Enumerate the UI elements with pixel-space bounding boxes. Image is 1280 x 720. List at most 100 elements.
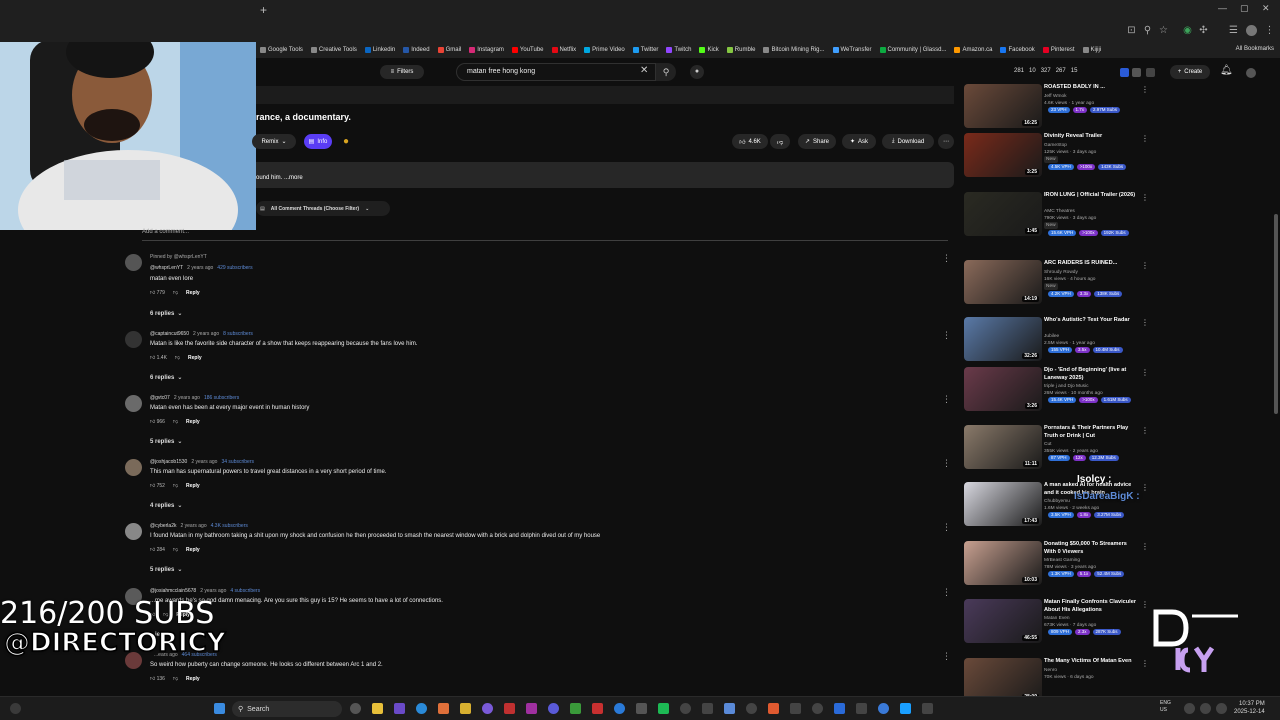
avatar[interactable] <box>125 523 142 540</box>
bookmark-item[interactable]: Rumble <box>726 47 755 53</box>
video-title[interactable]: Pornstars & Their Partners Play Truth or… <box>1044 425 1140 440</box>
channel-name[interactable]: AMC Theatres <box>1044 208 1075 215</box>
bookmark-item[interactable]: Community | Glassd... <box>879 47 946 53</box>
new-tab-button[interactable]: + <box>260 3 267 17</box>
remix-button[interactable]: Remix ⌄ <box>252 134 296 149</box>
thumbs-down-icon[interactable]: 👎︎ <box>173 547 178 553</box>
thumbs-down-icon[interactable]: 👎︎ <box>173 419 178 425</box>
comment-time[interactable]: 2 years ago <box>180 523 206 529</box>
recommended-video[interactable]: 14:19 ARC RAIDERS IS RUINED... Shroudy Row… <box>964 260 1160 306</box>
channel-name[interactable]: Cut <box>1044 441 1051 448</box>
comment-time[interactable]: 2 years ago <box>200 588 226 594</box>
bookmark-item[interactable]: Google Tools <box>260 47 303 53</box>
view-replies-button[interactable]: 4 replies ⌄ <box>150 502 182 510</box>
more-actions-icon[interactable]: ⋯ <box>938 134 954 149</box>
recommended-video[interactable]: 10:03 Donating $50,000 To Streamers With … <box>964 541 1160 587</box>
zoom-icon[interactable]: ⚲ <box>1142 25 1153 36</box>
view-replies-button[interactable]: 5 replies ⌄ <box>150 566 182 574</box>
bookmark-item[interactable]: Kijiji <box>1082 47 1101 53</box>
comment-time[interactable]: 2 years ago <box>174 395 200 401</box>
taskbar-app-icon[interactable] <box>548 703 559 714</box>
taskbar-app-icon[interactable] <box>460 703 471 714</box>
extension-icon[interactable]: ◉ <box>1182 25 1193 36</box>
video-thumbnail[interactable]: 17:43 <box>964 482 1042 526</box>
taskbar-app-icon[interactable] <box>812 703 823 714</box>
filters-button[interactable]: ≡ Filters <box>380 65 424 79</box>
taskbar-app-icon[interactable] <box>790 703 801 714</box>
avatar[interactable] <box>125 395 142 412</box>
video-menu-icon[interactable]: ⋮ <box>1141 193 1149 202</box>
voice-search-icon[interactable]: ● <box>690 65 704 79</box>
install-app-icon[interactable]: ⊡ <box>1126 25 1137 36</box>
extension-badge-icon[interactable] <box>1120 68 1129 77</box>
account-avatar[interactable] <box>1246 68 1256 78</box>
video-title[interactable]: ARC RAIDERS IS RUINED... <box>1044 260 1140 268</box>
widgets-icon[interactable] <box>10 703 21 714</box>
bookmark-item[interactable]: Bitcoin Mining Rig... <box>763 47 825 53</box>
share-button[interactable]: ↗ Share <box>798 134 836 149</box>
bookmark-item[interactable]: Pinterest <box>1042 47 1075 53</box>
avatar[interactable] <box>125 459 142 476</box>
browser-menu-icon[interactable]: ⋮ <box>1264 25 1275 36</box>
taskbar-app-icon[interactable] <box>482 703 493 714</box>
create-button[interactable]: + Create <box>1170 65 1210 79</box>
thumbs-down-icon[interactable]: 👎︎ <box>175 355 180 361</box>
bookmark-item[interactable]: Facebook <box>1000 47 1035 53</box>
comment-menu-icon[interactable]: ⋮ <box>942 395 951 404</box>
page-scrollbar[interactable] <box>1274 214 1278 414</box>
recommended-video[interactable]: 17:43 A man asked AI for health advice an… <box>964 482 1160 528</box>
reply-button[interactable]: Reply <box>186 547 200 553</box>
channel-name[interactable]: Chubbyemu <box>1044 498 1070 505</box>
bookmark-item[interactable]: Kick <box>699 47 719 53</box>
battery-icon[interactable] <box>1216 703 1227 714</box>
bookmark-item[interactable]: Indeed <box>403 47 430 53</box>
close-window-icon[interactable]: ✕ <box>1262 3 1270 14</box>
add-comment-input[interactable]: Add a comment... <box>142 229 189 235</box>
bookmark-item[interactable]: Amazon.ca <box>954 47 992 53</box>
search-input[interactable]: matan free hong kong <box>456 63 656 81</box>
ask-button[interactable]: ✦ Ask <box>842 134 876 149</box>
video-thumbnail[interactable]: 3:26 <box>964 367 1042 411</box>
bookmark-item[interactable]: Gmail <box>437 47 461 53</box>
comment-author[interactable]: @whsprLenYT <box>150 265 183 271</box>
channel-name[interactable]: Jubilee <box>1044 333 1059 340</box>
taskbar-app-icon[interactable] <box>878 703 889 714</box>
video-menu-icon[interactable]: ⋮ <box>1141 368 1149 377</box>
all-bookmarks-link[interactable]: All Bookmarks <box>1236 46 1274 52</box>
video-title[interactable]: Who's Autistic? Test Your Radar <box>1044 317 1140 325</box>
extension-badge-icon-2[interactable] <box>1132 68 1141 77</box>
taskbar-app-icon[interactable] <box>570 703 581 714</box>
like-button[interactable]: 👍︎ 752 <box>150 483 165 489</box>
reply-button[interactable]: Reply <box>188 355 202 361</box>
taskbar-app-icon[interactable] <box>856 703 867 714</box>
channel-name[interactable]: triple j and Djo Music <box>1044 383 1089 390</box>
taskbar-app-icon[interactable] <box>724 703 735 714</box>
taskbar-app-icon[interactable] <box>438 703 449 714</box>
taskbar-app-icon[interactable] <box>922 703 933 714</box>
recommended-video[interactable]: 46:55 Matan Finally Confronts Claviculer … <box>964 599 1160 645</box>
video-menu-icon[interactable]: ⋮ <box>1141 542 1149 551</box>
comment-time[interactable]: 2 years ago <box>193 331 219 337</box>
like-button[interactable]: 👍︎ 779 <box>150 290 165 296</box>
video-title[interactable]: Donating $50,000 To Streamers With 0 Vie… <box>1044 541 1140 556</box>
taskbar-app-icon[interactable] <box>504 703 515 714</box>
channel-name[interactable]: Jeff Wmok <box>1044 93 1067 100</box>
wifi-icon[interactable] <box>1184 703 1195 714</box>
taskbar-app-icon[interactable] <box>680 703 691 714</box>
video-title[interactable]: ROASTED BADLY IN ... <box>1044 84 1140 92</box>
taskbar-app-icon[interactable] <box>702 703 713 714</box>
download-button[interactable]: ⤓ Download <box>882 134 934 149</box>
taskbar-app-icon[interactable] <box>372 703 383 714</box>
minimize-icon[interactable]: — <box>1218 3 1227 13</box>
video-title[interactable]: Matan Finally Confronts Claviculer About… <box>1044 599 1140 614</box>
view-replies-button[interactable]: 6 replies ⌄ <box>150 310 182 318</box>
view-replies-button[interactable]: 6 replies ⌄ <box>150 374 182 382</box>
comment-menu-icon[interactable]: ⋮ <box>942 254 951 263</box>
bookmark-item[interactable]: Instagram <box>469 47 504 53</box>
video-menu-icon[interactable]: ⋮ <box>1141 318 1149 327</box>
system-clock[interactable]: 10:37 PM 2025-12-14 <box>1234 700 1265 716</box>
bookmark-item[interactable]: Twitch <box>666 47 691 53</box>
comment-menu-icon[interactable]: ⋮ <box>942 459 951 468</box>
thumbs-down-icon[interactable]: 👎︎ <box>173 483 178 489</box>
recommended-video[interactable]: 3:25 Divinity Reveal Trailer GameStop 125K … <box>964 133 1160 179</box>
